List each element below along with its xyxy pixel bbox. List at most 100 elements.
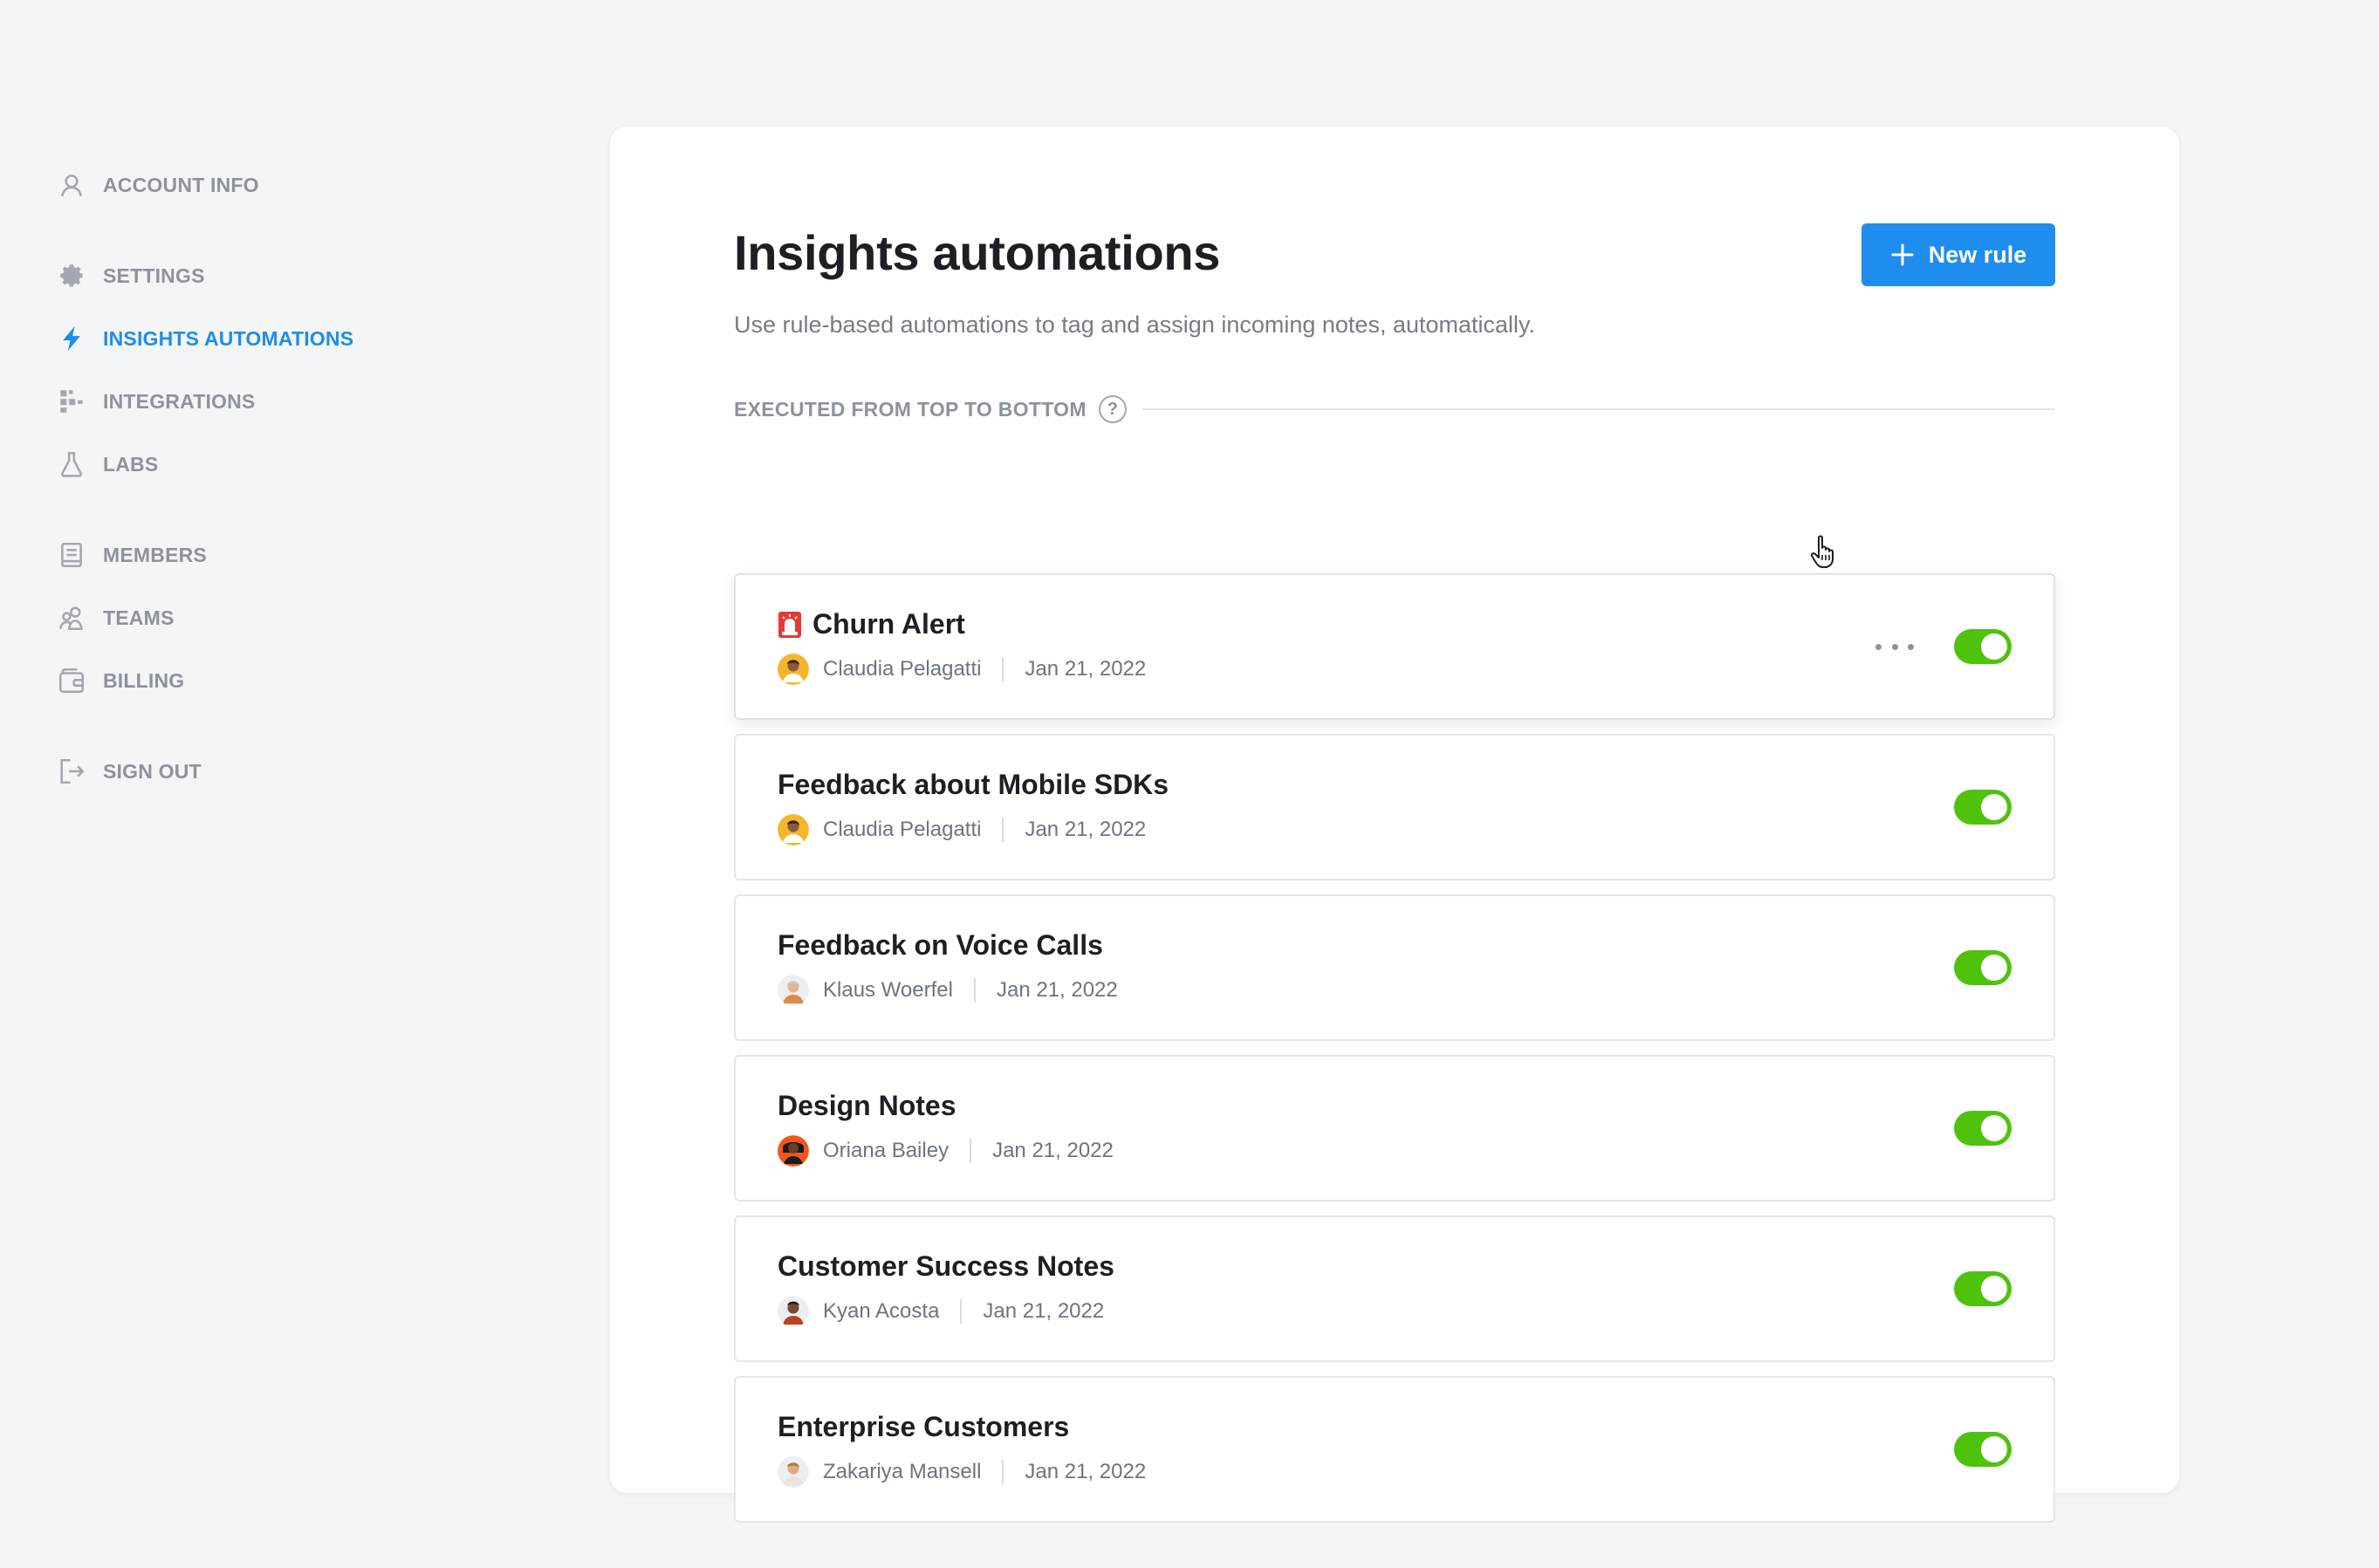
rule-meta: Oriana Bailey Jan 21, 2022 <box>778 1133 1114 1168</box>
rule-card[interactable]: Feedback on Voice Calls Klaus Woerfel Ja… <box>734 894 2055 1041</box>
meta-divider <box>1002 818 1004 842</box>
rule-toggle[interactable] <box>1954 1271 2012 1306</box>
rule-author: Kyan Acosta <box>823 1299 940 1323</box>
avatar <box>778 1296 809 1327</box>
siren-icon <box>778 611 801 638</box>
teams-icon <box>56 602 87 633</box>
rule-title: Customer Success Notes <box>778 1250 1114 1283</box>
wallet-icon <box>56 665 87 696</box>
rule-date: Jan 21, 2022 <box>983 1299 1105 1323</box>
hand-cursor-icon <box>1810 535 1834 568</box>
rule-meta: Zakariya Mansell Jan 21, 2022 <box>778 1455 1146 1489</box>
divider <box>1142 408 2055 410</box>
rule-author: Claudia Pelagatti <box>823 818 982 841</box>
more-options-icon[interactable] <box>1875 634 1914 659</box>
sidebar-item-labs[interactable]: LABS <box>56 445 158 483</box>
rule-meta: Claudia Pelagatti Jan 21, 2022 <box>778 812 1146 847</box>
rule-title: Feedback about Mobile SDKs <box>778 769 1169 801</box>
rule-name: Enterprise Customers <box>778 1411 1070 1442</box>
toggle-knob <box>1981 633 2007 660</box>
rule-name: Churn Alert <box>812 608 965 640</box>
rule-author: Klaus Woerfel <box>823 978 953 1002</box>
plus-icon <box>1891 243 1914 266</box>
sidebar-item-insights-automations[interactable]: INSIGHTS AUTOMATIONS <box>56 319 353 358</box>
user-icon <box>56 169 87 201</box>
flask-icon <box>56 448 87 480</box>
gear-icon <box>56 260 87 291</box>
sidebar-item-settings[interactable]: SETTINGS <box>56 257 205 295</box>
page-title: Insights automations <box>734 225 1221 280</box>
new-rule-button[interactable]: New rule <box>1861 223 2055 286</box>
rule-meta: Kyan Acosta Jan 21, 2022 <box>778 1294 1104 1329</box>
rule-toggle[interactable] <box>1954 1432 2012 1467</box>
help-icon[interactable]: ? <box>1098 395 1127 423</box>
rule-meta: Claudia Pelagatti Jan 21, 2022 <box>778 652 1146 687</box>
meta-divider <box>1002 657 1004 681</box>
rule-name: Customer Success Notes <box>778 1250 1114 1282</box>
sidebar-item-members[interactable]: MEMBERS <box>56 536 207 574</box>
rule-author: Claudia Pelagatti <box>823 657 982 681</box>
toggle-knob <box>1981 955 2007 981</box>
sidebar-item-label: LABS <box>103 452 159 476</box>
avatar <box>778 975 809 1006</box>
rule-date: Jan 21, 2022 <box>992 1139 1114 1162</box>
sign-out-icon <box>56 756 87 787</box>
rule-date: Jan 21, 2022 <box>1025 1460 1147 1483</box>
sidebar-item-account-info[interactable]: ACCOUNT INFO <box>56 166 259 204</box>
sidebar-item-label: TEAMS <box>103 606 175 629</box>
sidebar-item-label: INSIGHTS AUTOMATIONS <box>103 326 354 350</box>
rule-date: Jan 21, 2022 <box>996 978 1118 1002</box>
toggle-knob <box>1981 1276 2007 1302</box>
meta-divider <box>1002 1460 1004 1484</box>
meta-divider <box>973 978 976 1003</box>
sidebar-item-sign-out[interactable]: SIGN OUT <box>56 752 202 791</box>
rule-date: Jan 21, 2022 <box>1025 818 1147 841</box>
rule-date: Jan 21, 2022 <box>1025 657 1147 681</box>
rule-title: Enterprise Customers <box>778 1411 1069 1443</box>
rule-card[interactable]: Enterprise Customers Zakariya Mansell Ja… <box>734 1376 2055 1523</box>
execution-order-header: EXECUTED FROM TOP TO BOTTOM ? <box>734 392 2055 427</box>
rule-title: Feedback on Voice Calls <box>778 929 1103 962</box>
rule-toggle[interactable] <box>1954 790 2012 825</box>
members-icon <box>56 539 87 571</box>
rule-toggle[interactable] <box>1954 950 2012 985</box>
integrations-icon <box>56 386 87 417</box>
sidebar-item-label: ACCOUNT INFO <box>103 173 259 196</box>
meta-divider <box>960 1299 963 1324</box>
rule-author: Zakariya Mansell <box>823 1460 982 1483</box>
avatar <box>778 1135 809 1167</box>
sidebar-item-integrations[interactable]: INTEGRATIONS <box>56 382 255 421</box>
lightning-icon <box>56 323 87 354</box>
rule-meta: Klaus Woerfel Jan 21, 2022 <box>778 973 1118 1008</box>
sidebar-item-label: INTEGRATIONS <box>103 389 256 413</box>
rule-name: Feedback about Mobile SDKs <box>778 769 1169 800</box>
sidebar-item-label: SETTINGS <box>103 264 205 287</box>
automations-card: Insights automations Use rule-based auto… <box>609 126 2180 1523</box>
rule-card[interactable]: Feedback about Mobile SDKs Claudia Pelag… <box>734 734 2055 880</box>
rule-card[interactable]: Design Notes Oriana Bailey Jan 21, 2022 <box>734 1055 2055 1202</box>
rule-name: Feedback on Voice Calls <box>778 929 1103 961</box>
avatar <box>778 1456 809 1488</box>
rule-author: Oriana Bailey <box>823 1139 950 1162</box>
avatar <box>778 654 809 685</box>
new-rule-label: New rule <box>1928 241 2027 268</box>
page-subtitle: Use rule-based automations to tag and as… <box>734 312 1536 338</box>
sidebar-item-teams[interactable]: TEAMS <box>56 599 175 637</box>
rule-title: Design Notes <box>778 1090 956 1122</box>
rule-card[interactable]: Churn Alert Claudia Pelagatti Jan 21, 20… <box>734 573 2055 720</box>
toggle-knob <box>1981 1436 2007 1462</box>
rule-toggle[interactable] <box>1954 629 2012 664</box>
rule-name: Design Notes <box>778 1090 956 1121</box>
execution-order-label: EXECUTED FROM TOP TO BOTTOM <box>734 397 1087 421</box>
rule-title: Churn Alert <box>778 608 965 640</box>
toggle-knob <box>1981 794 2007 820</box>
sidebar-item-label: MEMBERS <box>103 543 207 566</box>
rule-toggle[interactable] <box>1954 1111 2012 1146</box>
toggle-knob <box>1981 1115 2007 1141</box>
rule-card[interactable]: Customer Success Notes Kyan Acosta Jan 2… <box>734 1215 2055 1362</box>
meta-divider <box>970 1139 972 1163</box>
avatar <box>778 814 809 846</box>
sidebar-item-billing[interactable]: BILLING <box>56 661 184 700</box>
page: ACCOUNT INFO SETTINGS INSIGHTS AUTOMATIO… <box>0 0 2379 1568</box>
sidebar-item-label: BILLING <box>103 668 185 692</box>
